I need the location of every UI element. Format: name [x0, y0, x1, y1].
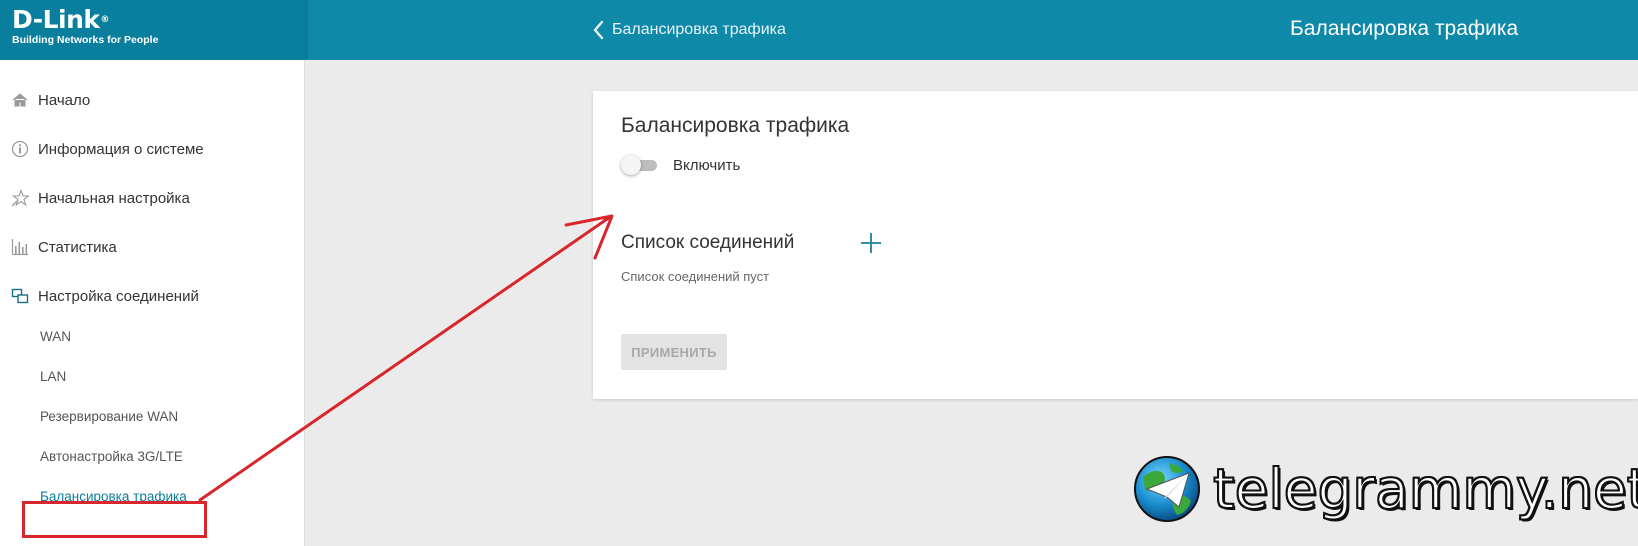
sidebar-item-statistics[interactable]: Статистика	[0, 227, 305, 267]
wizard-star-icon	[11, 189, 29, 207]
sidebar-subitem-label: LAN	[40, 368, 67, 384]
sidebar-subitem-label: Автонастройка 3G/LTE	[40, 448, 183, 464]
toggle-knob[interactable]	[621, 155, 641, 175]
sidebar-subitem-wan[interactable]: WAN	[0, 320, 305, 352]
logo-tagline: Building Networks for People	[12, 34, 159, 46]
traffic-balancing-card: Балансировка трафика Включить Список сое…	[593, 91, 1638, 399]
sidebar-item-system-info[interactable]: Информация о системе	[0, 129, 305, 169]
chevron-left-icon[interactable]	[592, 20, 604, 40]
sidebar-item-label: Начало	[38, 91, 91, 109]
logo-area: D-Link® Building Networks for People	[0, 0, 305, 60]
sidebar-subitem-3g-lte-autoconfig[interactable]: Автонастройка 3G/LTE	[0, 440, 305, 472]
apply-button[interactable]: ПРИМЕНИТЬ	[621, 334, 727, 370]
sidebar-subitem-wan-backup[interactable]: Резервирование WAN	[0, 400, 305, 432]
sidebar-item-connection-settings[interactable]: Настройка соединений	[0, 276, 305, 316]
sidebar-item-label: Информация о системе	[38, 140, 204, 158]
sidebar: Начало Информация о системе Начальная на…	[0, 60, 305, 546]
header-divider	[305, 0, 565, 60]
page-title: Балансировка трафика	[1290, 17, 1519, 40]
sidebar-subitem-label: Резервирование WAN	[40, 408, 179, 424]
sidebar-item-home[interactable]: Начало	[0, 80, 305, 120]
enable-toggle[interactable]	[621, 154, 657, 176]
connections-icon	[11, 288, 29, 304]
watermark: telegrammy.net	[1133, 453, 1638, 528]
sidebar-item-label: Настройка соединений	[38, 287, 199, 305]
top-header: D-Link® Building Networks for People Бал…	[0, 0, 1638, 60]
connections-list-title: Список соединений	[621, 232, 795, 253]
sidebar-item-initial-setup[interactable]: Начальная настройка	[0, 178, 305, 218]
info-icon	[11, 140, 29, 158]
add-connection-button[interactable]	[858, 230, 884, 256]
sidebar-item-label: Начальная настройка	[38, 189, 190, 207]
sidebar-subitem-lan[interactable]: LAN	[0, 360, 305, 392]
annotation-highlight-box	[22, 501, 207, 538]
dlink-logo[interactable]: D-Link® Building Networks for People	[12, 5, 159, 47]
connections-list-empty: Список соединений пуст	[621, 269, 770, 284]
watermark-text: telegrammy.net	[1212, 456, 1638, 522]
sidebar-subitem-label: WAN	[40, 328, 71, 344]
logo-text: D-Link	[12, 5, 100, 34]
bar-chart-icon	[11, 239, 28, 256]
globe-paper-plane-icon	[1134, 456, 1200, 522]
breadcrumb[interactable]: Балансировка трафика	[592, 18, 786, 42]
home-icon	[12, 93, 28, 107]
enable-toggle-row[interactable]: Включить	[621, 154, 740, 176]
breadcrumb-label[interactable]: Балансировка трафика	[612, 21, 786, 39]
enable-toggle-label[interactable]: Включить	[673, 157, 740, 174]
card-title: Балансировка трафика	[621, 114, 850, 137]
sidebar-item-label: Статистика	[38, 238, 117, 256]
